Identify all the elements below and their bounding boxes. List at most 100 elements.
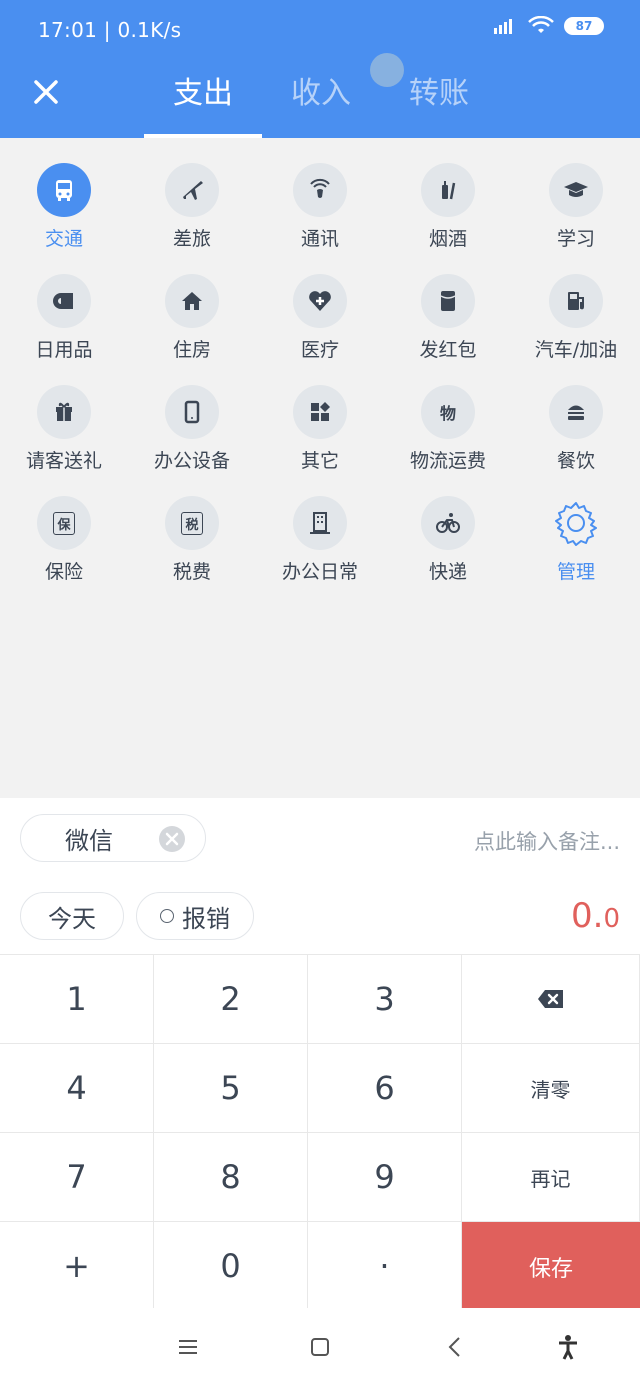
- category-item[interactable]: 快递: [384, 471, 512, 583]
- key-8[interactable]: 8: [154, 1133, 308, 1222]
- close-icon: [34, 80, 58, 104]
- category-item[interactable]: 其它: [256, 360, 384, 472]
- key-3[interactable]: 3: [308, 955, 462, 1044]
- bicycle-icon: [421, 496, 475, 550]
- home-icon[interactable]: [305, 1332, 335, 1362]
- key-5[interactable]: 5: [154, 1044, 308, 1133]
- amount-decimal: 0: [603, 904, 620, 934]
- category-item[interactable]: 日用品: [0, 249, 128, 361]
- red-envelope-icon: [421, 274, 475, 328]
- close-button[interactable]: [26, 72, 66, 112]
- category-item[interactable]: 发红包: [384, 249, 512, 361]
- key-1[interactable]: 1: [0, 955, 154, 1044]
- wallet-selector[interactable]: 微信: [20, 814, 206, 862]
- status-bar: 17:01 | 0.1K/s 87: [0, 0, 640, 58]
- category-item[interactable]: 物物流运费: [384, 360, 512, 472]
- gift-icon: [37, 385, 91, 439]
- category-label: 餐饮: [556, 450, 595, 472]
- key-dot[interactable]: ·: [308, 1222, 462, 1311]
- tab-expense[interactable]: 支出: [144, 62, 262, 138]
- category-item[interactable]: 差旅: [128, 138, 256, 250]
- category-label: 办公日常: [281, 561, 358, 583]
- house-icon: [165, 274, 219, 328]
- category-item[interactable]: 管理: [512, 471, 640, 583]
- heart-cross-icon: [293, 274, 347, 328]
- category-label: 其它: [300, 450, 339, 472]
- menu-icon[interactable]: [173, 1332, 203, 1362]
- category-item[interactable]: 烟酒: [384, 138, 512, 250]
- key-plus[interactable]: +: [0, 1222, 154, 1311]
- note-input[interactable]: 点此输入备注...: [474, 826, 620, 856]
- category-grid: 交通 差旅 通讯 烟酒 学习日用品 住房 医疗 发红包 汽车/加油请客送礼 办公设备 其它 物物流运费…: [0, 138, 640, 798]
- category-item[interactable]: 餐饮: [512, 360, 640, 472]
- category-label: 通讯: [300, 228, 339, 250]
- clear-button[interactable]: 清零: [462, 1044, 640, 1133]
- backspace-button[interactable]: [462, 955, 640, 1044]
- office-building-icon: [293, 496, 347, 550]
- icon-glyph: 税: [181, 511, 203, 535]
- category-item[interactable]: 交通: [0, 138, 128, 250]
- category-label: 物流运费: [409, 450, 486, 472]
- category-label: 快递: [428, 561, 467, 583]
- icon-glyph: 物: [439, 404, 456, 423]
- bus-icon: [37, 163, 91, 217]
- logistics-icon: 物: [421, 385, 475, 439]
- burger-icon: [549, 385, 603, 439]
- key-4[interactable]: 4: [0, 1044, 154, 1133]
- tax-card-icon: 税: [165, 496, 219, 550]
- mobile-device-icon: [165, 385, 219, 439]
- key-2[interactable]: 2: [154, 955, 308, 1044]
- key-0[interactable]: 0: [154, 1222, 308, 1311]
- key-6[interactable]: 6: [308, 1044, 462, 1133]
- airplane-icon: [165, 163, 219, 217]
- date-selector[interactable]: 今天: [20, 892, 124, 940]
- category-label: 管理: [556, 561, 595, 583]
- phone-signal-icon: [293, 163, 347, 217]
- category-label: 住房: [172, 339, 211, 361]
- radio-icon: [160, 909, 174, 923]
- amount-display: 0.0: [571, 896, 620, 936]
- save-button[interactable]: 保存: [462, 1222, 640, 1311]
- icon-glyph: 保: [53, 511, 75, 535]
- category-label: 办公设备: [153, 450, 230, 472]
- category-item[interactable]: 办公设备: [128, 360, 256, 472]
- category-item[interactable]: 学习: [512, 138, 640, 250]
- key-9[interactable]: 9: [308, 1133, 462, 1222]
- status-icons: 87: [492, 16, 604, 36]
- insurance-shield-icon: 保: [37, 496, 91, 550]
- entry-panel: 微信 点此输入备注... 今天 报销 0.0 1 2 3 4 5 6 清零 7 …: [0, 798, 640, 1311]
- category-item[interactable]: 汽车/加油: [512, 249, 640, 361]
- wallet-label: 微信: [65, 826, 113, 855]
- category-item[interactable]: 保保险: [0, 471, 128, 583]
- signal-icon: [494, 19, 512, 34]
- category-item[interactable]: 办公日常: [256, 471, 384, 583]
- status-time: 17:01 | 0.1K/s: [38, 18, 182, 42]
- category-item[interactable]: 医疗: [256, 249, 384, 361]
- tab-income[interactable]: 收入: [262, 62, 380, 138]
- tissue-roll-icon: [37, 274, 91, 328]
- type-tabs: 支出 收入 转账: [144, 62, 498, 138]
- category-label: 差旅: [172, 228, 211, 250]
- category-item[interactable]: 请客送礼: [0, 360, 128, 472]
- system-nav-bar: [0, 1308, 640, 1386]
- key-7[interactable]: 7: [0, 1133, 154, 1222]
- reimburse-toggle[interactable]: 报销: [136, 892, 254, 940]
- category-label: 交通: [44, 228, 83, 250]
- category-label: 学习: [556, 228, 595, 250]
- record-again-button[interactable]: 再记: [462, 1133, 640, 1222]
- back-icon[interactable]: [440, 1332, 470, 1362]
- category-item[interactable]: 税税费: [128, 471, 256, 583]
- category-label: 医疗: [300, 339, 339, 361]
- category-item[interactable]: 通讯: [256, 138, 384, 250]
- touch-ripple: [370, 53, 404, 87]
- gear-icon: [549, 496, 603, 550]
- clear-wallet-icon[interactable]: [159, 826, 185, 852]
- gas-pump-icon: [549, 274, 603, 328]
- grid-shapes-icon: [293, 385, 347, 439]
- accessibility-icon[interactable]: [553, 1332, 583, 1362]
- category-item[interactable]: 住房: [128, 249, 256, 361]
- battery-icon: 87: [564, 17, 604, 35]
- category-label: 税费: [172, 561, 211, 583]
- bottle-icon: [421, 163, 475, 217]
- graduation-cap-icon: [549, 163, 603, 217]
